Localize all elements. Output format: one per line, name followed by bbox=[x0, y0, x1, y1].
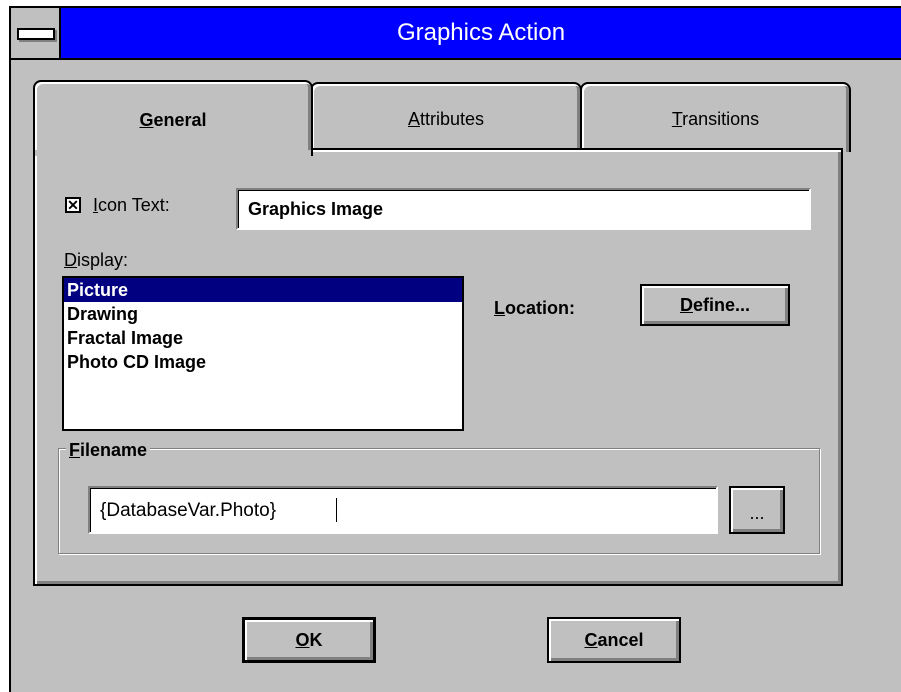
cancel-mnemonic: C bbox=[584, 630, 598, 650]
icon-text-label-rest: con Text: bbox=[98, 195, 170, 215]
title-bar: Graphics Action bbox=[11, 8, 901, 60]
filename-label-rest: ilename bbox=[80, 440, 148, 460]
icon-text-value: Graphics Image bbox=[248, 199, 384, 219]
display-label-rest: isplay: bbox=[77, 250, 129, 270]
ok-button[interactable]: OK bbox=[242, 617, 376, 663]
icon-text-label: Icon Text: bbox=[93, 195, 170, 216]
tab-general-label: eneral bbox=[153, 110, 207, 130]
define-button[interactable]: Define... bbox=[640, 284, 790, 326]
tab-attributes-mnemonic: A bbox=[407, 109, 420, 129]
checkbox-check-icon: ✕ bbox=[67, 197, 79, 213]
text-caret bbox=[336, 498, 337, 522]
display-listbox[interactable]: Picture Drawing Fractal Image Photo CD I… bbox=[62, 276, 464, 431]
ok-label: K bbox=[309, 630, 323, 650]
tab-attributes[interactable]: Attributes bbox=[310, 82, 582, 152]
display-mnemonic: D bbox=[64, 250, 77, 270]
filename-value: {DatabaseVar.Photo} bbox=[100, 500, 277, 521]
tab-general[interactable]: General bbox=[33, 80, 313, 156]
tab-transitions-label: ransitions bbox=[682, 109, 760, 129]
cancel-button[interactable]: Cancel bbox=[547, 617, 681, 663]
define-label: efine... bbox=[692, 295, 750, 315]
browse-button[interactable]: ... bbox=[729, 486, 785, 534]
display-label: Display: bbox=[64, 250, 128, 271]
list-item-drawing[interactable]: Drawing bbox=[64, 302, 462, 326]
icon-text-input[interactable]: Graphics Image bbox=[236, 188, 811, 230]
filename-label: Filename bbox=[66, 440, 151, 461]
tab-transitions-mnemonic: T bbox=[671, 109, 683, 129]
list-item-photo-cd-image[interactable]: Photo CD Image bbox=[64, 350, 462, 374]
window-title: Graphics Action bbox=[396, 19, 566, 46]
system-menu-icon[interactable] bbox=[11, 8, 61, 58]
location-mnemonic: L bbox=[494, 298, 505, 318]
location-label-rest: ocation: bbox=[505, 298, 575, 318]
filename-mnemonic: F bbox=[69, 440, 80, 460]
tab-transitions[interactable]: Transitions bbox=[580, 82, 851, 152]
list-item-fractal-image[interactable]: Fractal Image bbox=[64, 326, 462, 350]
location-label: Location: bbox=[494, 298, 575, 319]
tab-general-mnemonic: G bbox=[139, 110, 154, 130]
icon-text-checkbox[interactable]: ✕ bbox=[65, 197, 81, 213]
list-item-picture[interactable]: Picture bbox=[64, 278, 462, 302]
define-mnemonic: D bbox=[679, 295, 693, 315]
filename-input[interactable]: {DatabaseVar.Photo} bbox=[88, 486, 718, 534]
tab-attributes-label: ttributes bbox=[419, 109, 485, 129]
active-tab-join bbox=[35, 150, 311, 156]
ok-mnemonic: O bbox=[295, 630, 310, 650]
cancel-label: ancel bbox=[597, 630, 644, 650]
